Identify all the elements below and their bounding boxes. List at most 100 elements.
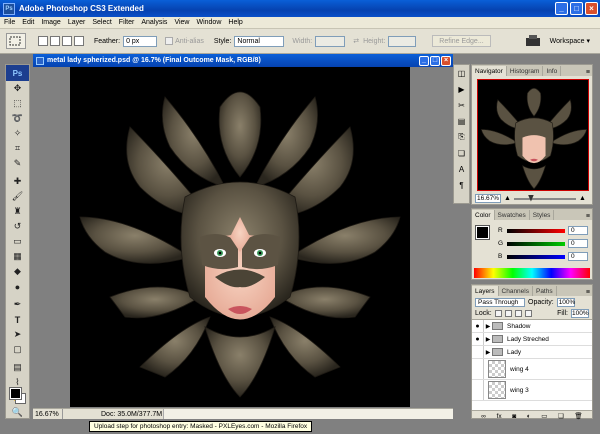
tab-histogram[interactable]: Histogram <box>507 66 544 76</box>
menu-select[interactable]: Select <box>92 19 111 26</box>
path-selection-tool-icon[interactable]: ➤ <box>6 327 29 342</box>
pen-tool-icon[interactable]: ✒ <box>6 297 29 312</box>
minimize-button[interactable]: _ <box>555 2 568 15</box>
clone-stamp-tool-icon[interactable]: ♜ <box>6 204 29 219</box>
tab-color[interactable]: Color <box>472 210 495 220</box>
refine-edge-button[interactable]: Refine Edge... <box>432 35 491 47</box>
actions-panel-icon[interactable]: ▶ <box>454 81 469 97</box>
expand-triangle-icon[interactable]: ▶ <box>484 336 492 343</box>
doc-minimize-button[interactable]: _ <box>419 55 429 66</box>
shape-tool-icon[interactable]: ▢ <box>6 342 29 357</box>
new-layer-icon[interactable]: ❏ <box>558 412 564 420</box>
style-select[interactable]: Normal <box>234 35 285 47</box>
tab-styles[interactable]: Styles <box>530 210 555 220</box>
add-selection-button[interactable] <box>50 36 60 46</box>
green-slider[interactable] <box>507 241 565 246</box>
lock-all-icon[interactable] <box>524 310 532 317</box>
height-input[interactable] <box>388 35 417 47</box>
lock-transparency-icon[interactable] <box>494 310 502 317</box>
tab-swatches[interactable]: Swatches <box>495 210 530 220</box>
red-slider[interactable] <box>507 228 565 233</box>
tab-info[interactable]: Info <box>543 66 562 76</box>
green-input[interactable]: 0 <box>568 239 588 248</box>
link-layers-icon[interactable]: ∞ <box>481 413 486 420</box>
visibility-eye-icon[interactable] <box>472 359 484 379</box>
slice-tool-icon[interactable]: ✎ <box>6 156 29 171</box>
blend-mode-select[interactable]: Pass Through <box>475 297 525 307</box>
menu-file[interactable]: File <box>4 19 15 26</box>
lock-position-icon[interactable] <box>514 310 522 317</box>
layer-row[interactable]: ▶ Lady <box>472 346 592 359</box>
delete-layer-icon[interactable]: 🗑 <box>574 412 582 420</box>
adjustment-layer-icon[interactable]: ◐ <box>527 413 531 420</box>
menu-layer[interactable]: Layer <box>68 19 86 26</box>
type-tool-icon[interactable]: T <box>6 312 29 327</box>
document-info[interactable]: Doc: 35.0M/377.7M <box>101 411 162 418</box>
character-panel-icon[interactable]: A <box>454 161 469 177</box>
tab-channels[interactable]: Channels <box>499 286 533 296</box>
color-fg-swatch[interactable] <box>475 225 490 240</box>
visibility-eye-icon[interactable]: ● <box>472 333 484 345</box>
layer-comps-icon[interactable]: ❏ <box>454 145 469 161</box>
close-button[interactable]: × <box>585 2 598 15</box>
layer-row[interactable]: ● ▶ Lady Streched <box>472 333 592 346</box>
blur-tool-icon[interactable]: ◆ <box>6 264 29 279</box>
canvas-image[interactable] <box>70 67 410 407</box>
tools-presets-icon[interactable]: ✂ <box>454 97 469 113</box>
zoom-level-field[interactable]: 16.67% <box>33 409 63 419</box>
doc-maximize-button[interactable]: □ <box>430 55 440 66</box>
opacity-input[interactable]: 100% <box>556 297 575 307</box>
navigator-preview[interactable] <box>477 79 589 191</box>
foreground-color-swatch[interactable] <box>9 387 22 400</box>
clone-source-icon[interactable]: ⎘ <box>454 129 469 145</box>
visibility-eye-icon[interactable] <box>472 380 484 400</box>
zoom-out-icon[interactable]: ▲ <box>504 195 511 202</box>
menu-edit[interactable]: Edit <box>22 19 34 26</box>
menu-window[interactable]: Window <box>196 19 221 26</box>
crop-tool-icon[interactable]: ⌗ <box>6 141 29 156</box>
visibility-eye-icon[interactable]: ● <box>472 320 484 332</box>
width-input[interactable] <box>315 35 346 47</box>
marquee-tool-icon[interactable]: ⬚ <box>6 96 29 111</box>
expand-triangle-icon[interactable]: ▶ <box>484 349 492 356</box>
lasso-tool-icon[interactable]: ➰ <box>6 111 29 126</box>
red-input[interactable]: 0 <box>568 226 588 235</box>
layer-mask-icon[interactable]: ◙ <box>512 413 516 420</box>
expand-triangle-icon[interactable]: ▶ <box>484 323 492 330</box>
gradient-tool-icon[interactable]: ▦ <box>6 249 29 264</box>
blue-slider[interactable] <box>507 254 565 259</box>
navigator-zoom-slider[interactable] <box>513 194 576 202</box>
swap-icon[interactable]: ⇄ <box>353 37 359 45</box>
menu-analysis[interactable]: Analysis <box>141 19 167 26</box>
color-spectrum-bar[interactable] <box>474 268 590 278</box>
navigator-menu-icon[interactable]: ≡ <box>586 69 592 76</box>
magic-wand-tool-icon[interactable]: ✧ <box>6 126 29 141</box>
subtract-selection-button[interactable] <box>62 36 72 46</box>
feather-input[interactable]: 0 px <box>123 35 158 47</box>
brush-tool-icon[interactable]: 🖌 <box>6 189 29 204</box>
layer-row[interactable]: wing 3 <box>472 380 592 401</box>
lock-pixels-icon[interactable] <box>504 310 512 317</box>
horizontal-scrollbar[interactable] <box>163 409 453 419</box>
history-panel-icon[interactable]: ◫ <box>454 65 469 81</box>
canvas-area[interactable] <box>33 67 453 411</box>
new-group-icon[interactable]: ▭ <box>541 412 547 420</box>
maximize-button[interactable]: □ <box>570 2 583 15</box>
move-tool-icon[interactable]: ✥ <box>6 81 29 96</box>
fill-input[interactable]: 100% <box>571 309 589 318</box>
doc-close-button[interactable]: × <box>441 55 451 66</box>
menu-help[interactable]: Help <box>228 19 242 26</box>
layer-style-icon[interactable]: fx <box>497 413 502 420</box>
brushes-panel-icon[interactable]: ▤ <box>454 113 469 129</box>
tool-preset-picker[interactable] <box>6 33 26 49</box>
intersect-selection-button[interactable] <box>74 36 84 46</box>
zoom-slider-thumb[interactable] <box>527 194 534 202</box>
dodge-tool-icon[interactable]: ● <box>6 279 29 294</box>
navigator-zoom-input[interactable]: 16.67% <box>475 194 501 203</box>
healing-brush-tool-icon[interactable]: ✚ <box>6 174 29 189</box>
visibility-eye-icon[interactable] <box>472 346 484 358</box>
layer-row[interactable]: wing 4 <box>472 359 592 380</box>
zoom-in-icon[interactable]: ▲ <box>579 195 586 202</box>
tab-navigator[interactable]: Navigator <box>472 66 507 76</box>
menu-image[interactable]: Image <box>41 19 60 26</box>
